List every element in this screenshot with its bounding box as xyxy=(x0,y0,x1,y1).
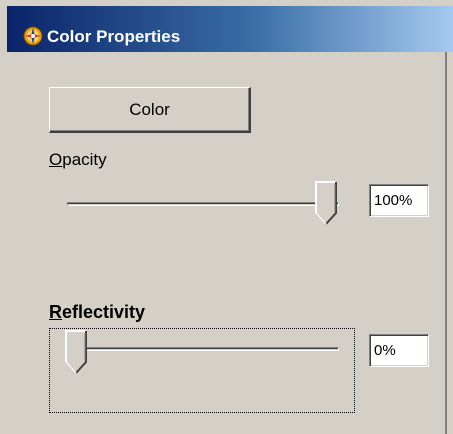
reflectivity-slider-track[interactable] xyxy=(81,347,339,351)
reflectivity-value: 0% xyxy=(374,342,396,359)
reflectivity-slider-focus[interactable] xyxy=(49,328,355,413)
window-title: Color Properties xyxy=(47,27,181,46)
color-button-label: Color xyxy=(129,99,170,119)
opacity-value-field[interactable]: 100% xyxy=(369,184,429,217)
reflectivity-label: Reflectivity xyxy=(49,302,145,323)
opacity-label: Opacity xyxy=(49,150,107,170)
reflectivity-value-field[interactable]: 0% xyxy=(369,334,429,367)
reflectivity-label-accelerator: R xyxy=(49,302,62,322)
reflectivity-slider-thumb[interactable] xyxy=(65,330,87,374)
opacity-value: 100% xyxy=(374,192,413,209)
color-wheel-icon xyxy=(23,26,43,46)
color-button[interactable]: Color xyxy=(49,87,251,133)
reflectivity-label-text: eflectivity xyxy=(62,302,146,322)
opacity-slider-thumb[interactable] xyxy=(315,181,337,225)
title-bar[interactable]: Color Properties xyxy=(7,6,453,52)
color-properties-window: Color Properties Color Opacity 100% Refl… xyxy=(0,0,453,434)
opacity-label-text: pacity xyxy=(62,150,107,169)
opacity-label-accelerator: O xyxy=(49,150,63,169)
window-frame-edge xyxy=(445,52,447,434)
opacity-slider-track[interactable] xyxy=(67,202,339,206)
